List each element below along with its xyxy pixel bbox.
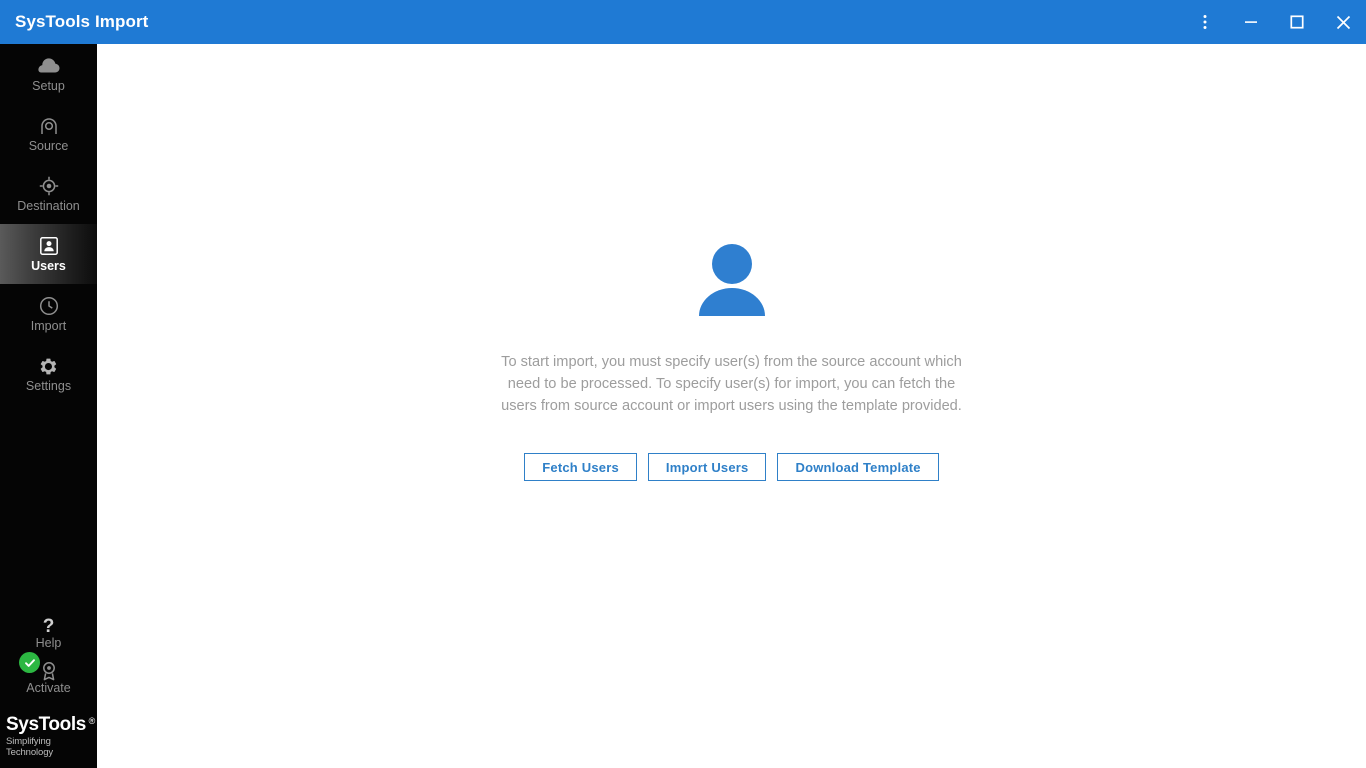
more-options-button[interactable] bbox=[1182, 0, 1228, 44]
app-title: SysTools Import bbox=[15, 12, 149, 31]
minimize-button[interactable] bbox=[1228, 0, 1274, 44]
logo-tagline: Simplifying Technology bbox=[6, 736, 54, 758]
activate-button[interactable]: Activate bbox=[0, 652, 97, 701]
sidebar-item-label: Setup bbox=[32, 79, 65, 93]
help-label: Help bbox=[35, 636, 62, 650]
kebab-menu-icon bbox=[1203, 14, 1207, 30]
help-button[interactable]: ? Help bbox=[0, 611, 97, 656]
sidebar-item-users[interactable]: Users bbox=[0, 224, 97, 284]
target-crosshair-icon bbox=[39, 175, 59, 197]
sidebar-nav: Setup Source Destination Users Import Se… bbox=[0, 44, 97, 404]
sidebar-item-label: Import bbox=[30, 319, 67, 333]
question-mark-icon: ? bbox=[42, 615, 55, 637]
close-icon bbox=[1336, 15, 1351, 30]
users-empty-state: To start import, you must specify user(s… bbox=[97, 244, 1366, 481]
registered-mark-icon: ® bbox=[88, 716, 96, 726]
green-check-icon bbox=[19, 652, 40, 673]
clock-icon bbox=[39, 295, 59, 317]
import-users-button[interactable]: Import Users bbox=[647, 453, 767, 481]
sidebar-item-source[interactable]: Source bbox=[0, 104, 97, 164]
cloud-icon bbox=[37, 55, 60, 77]
sidebar-item-label: Destination bbox=[17, 199, 80, 213]
logo-wordmark: SysTools ® bbox=[6, 714, 95, 735]
logo-text: SysTools bbox=[6, 714, 86, 735]
main-content: To start import, you must specify user(s… bbox=[97, 44, 1366, 768]
sidebar-bottom: ? Help Activate SysTools ® Simplifying T… bbox=[0, 611, 97, 768]
sidebar-item-setup[interactable]: Setup bbox=[0, 44, 97, 104]
sidebar-item-settings[interactable]: Settings bbox=[0, 344, 97, 404]
application-window: SysTools Import Setup Source Destination… bbox=[0, 0, 1366, 768]
maximize-button[interactable] bbox=[1274, 0, 1320, 44]
sidebar-item-label: Users bbox=[31, 259, 66, 273]
award-badge-icon bbox=[40, 661, 58, 681]
sidebar-item-import[interactable]: Import bbox=[0, 284, 97, 344]
download-template-button[interactable]: Download Template bbox=[777, 453, 939, 481]
systools-logo: SysTools ® Simplifying Technology bbox=[0, 701, 97, 768]
user-badge-icon bbox=[39, 235, 58, 257]
sidebar-item-label: Settings bbox=[25, 379, 72, 393]
sidebar-item-label: Source bbox=[28, 139, 69, 153]
close-button[interactable] bbox=[1320, 0, 1366, 44]
gear-icon bbox=[39, 355, 58, 377]
fetch-users-button[interactable]: Fetch Users bbox=[524, 453, 637, 481]
minimize-icon bbox=[1244, 15, 1258, 29]
activate-label: Activate bbox=[26, 681, 71, 695]
sidebar-item-destination[interactable]: Destination bbox=[0, 164, 97, 224]
title-bar: SysTools Import bbox=[0, 0, 1366, 44]
action-button-row: Fetch Users Import Users Download Templa… bbox=[524, 453, 939, 481]
source-arch-icon bbox=[39, 115, 59, 137]
user-avatar-illustration bbox=[697, 244, 767, 321]
sidebar: Setup Source Destination Users Import Se… bbox=[0, 44, 97, 768]
empty-state-description: To start import, you must specify user(s… bbox=[501, 354, 962, 414]
maximize-icon bbox=[1290, 15, 1304, 29]
